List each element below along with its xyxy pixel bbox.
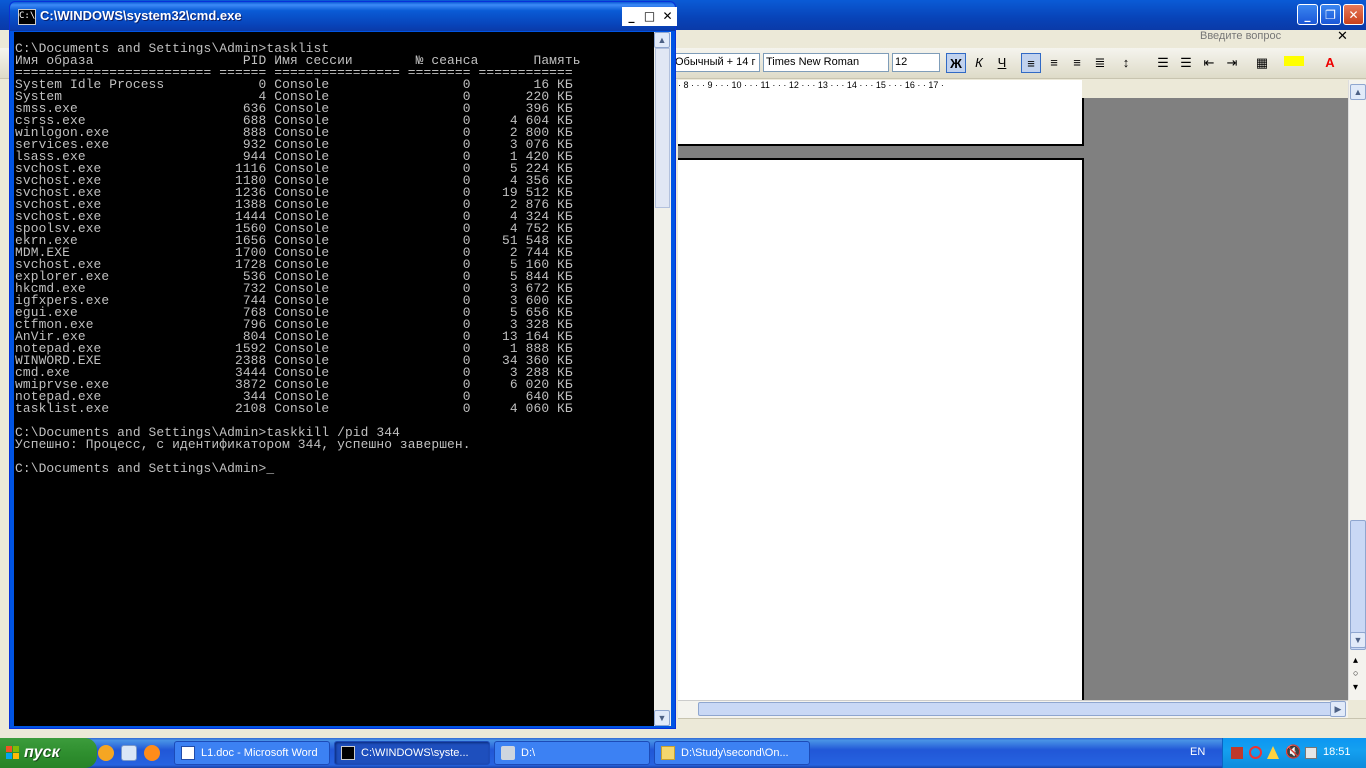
cmd-maximize-button[interactable]: □	[640, 7, 659, 26]
cmd-window: C:\ C:\WINDOWS\system32\cmd.exe _ □ ✕ C:…	[9, 1, 677, 729]
decrease-indent-icon[interactable]: ⇤	[1199, 53, 1219, 73]
show-desktop-icon[interactable]	[121, 745, 137, 761]
font-color-icon[interactable]: A	[1320, 53, 1340, 73]
horizontal-ruler: · 8 · · · 9 · · · 10 · · · 11 · · · 12 ·…	[678, 80, 1082, 99]
next-page-icon[interactable]: ▾	[1353, 682, 1358, 693]
windows-flag-icon	[6, 746, 19, 759]
console-output[interactable]: C:\Documents and Settings\Admin> tasklist…	[14, 32, 654, 726]
document-page[interactable]	[678, 158, 1084, 700]
word-scroll-thumb[interactable]	[1350, 520, 1366, 650]
cmd-title: C:\WINDOWS\system32\cmd.exe	[40, 8, 242, 23]
close-doc-icon[interactable]: ✕	[1337, 28, 1348, 44]
word-hscroll-thumb[interactable]	[698, 702, 1338, 716]
italic-button[interactable]: К	[969, 53, 989, 73]
align-left-icon[interactable]: ≡	[1021, 53, 1041, 73]
word-minimize-button[interactable]: _	[1297, 4, 1318, 25]
scroll-up-icon[interactable]: ▲	[1350, 84, 1366, 100]
font-size-select[interactable]: 12	[892, 53, 940, 72]
volume-muted-icon[interactable]: 🔇	[1285, 744, 1301, 760]
process-row: tasklist.exe 2108 Console 0 4 060 КБ	[15, 401, 573, 416]
task-drive-d[interactable]: D:\	[494, 741, 650, 765]
antivirus-icon[interactable]	[1249, 746, 1262, 759]
scroll-down-icon[interactable]: ▼	[1350, 632, 1366, 648]
language-indicator[interactable]: EN	[1190, 746, 1205, 758]
cmd-task-icon	[341, 746, 355, 760]
cmd-titlebar[interactable]: C:\ C:\WINDOWS\system32\cmd.exe _ □ ✕	[10, 2, 677, 31]
prev-page-icon[interactable]: ▴	[1353, 655, 1358, 666]
quicklaunch-app-icon[interactable]	[98, 745, 114, 761]
word-close-button[interactable]: ✕	[1343, 4, 1364, 25]
task-label: D:\	[521, 747, 536, 759]
scroll-right-icon[interactable]: ▶	[1330, 701, 1346, 717]
task-cmd[interactable]: C:\WINDOWS\syste...	[334, 741, 490, 765]
start-label: пуск	[24, 744, 60, 761]
task-label: L1.doc - Microsoft Word	[201, 747, 318, 759]
browse-object-icon[interactable]: ○	[1353, 668, 1358, 678]
prompt: C:\Documents and Settings\Admin>	[15, 461, 267, 476]
highlight-icon[interactable]	[1284, 56, 1304, 66]
cmd-minimize-button[interactable]: _	[622, 7, 641, 26]
taskkill-result: Успешно: Процесс, с идентификатором 344,…	[15, 437, 471, 452]
tray-app-icon[interactable]	[1231, 747, 1243, 759]
firefox-icon[interactable]	[144, 745, 160, 761]
task-word[interactable]: L1.doc - Microsoft Word	[174, 741, 330, 765]
align-center-icon[interactable]: ≡	[1044, 53, 1064, 73]
word-restore-button[interactable]: ❐	[1320, 4, 1341, 25]
underline-button[interactable]: Ч	[992, 53, 1012, 73]
cmd-scroll-thumb[interactable]	[655, 48, 670, 208]
align-right-icon[interactable]: ≡	[1067, 53, 1087, 73]
numbering-icon[interactable]: ☰	[1153, 53, 1173, 73]
line-spacing-icon[interactable]: ↕	[1116, 53, 1136, 73]
cmd-close-button[interactable]: ✕	[658, 7, 677, 26]
bold-button[interactable]: Ж	[946, 53, 966, 73]
justify-icon[interactable]: ≣	[1090, 53, 1110, 73]
cmd-scroll-down-icon[interactable]: ▼	[654, 710, 670, 726]
task-folder[interactable]: D:\Study\second\On...	[654, 741, 810, 765]
increase-indent-icon[interactable]: ⇥	[1222, 53, 1242, 73]
bullets-icon[interactable]: ☰	[1176, 53, 1196, 73]
drive-icon	[501, 746, 515, 760]
document-page-top	[678, 98, 1084, 146]
task-label: C:\WINDOWS\syste...	[361, 747, 469, 759]
ask-question-box[interactable]: Введите вопрос	[1200, 30, 1281, 42]
clock[interactable]: 18:51	[1323, 746, 1351, 758]
word-statusbar	[678, 718, 1366, 739]
start-button[interactable]: пуск	[0, 738, 97, 768]
cmd-vertical-scrollbar[interactable]: ▲ ▼	[654, 32, 671, 726]
network-icon[interactable]	[1305, 747, 1317, 759]
font-select[interactable]: Times New Roman	[763, 53, 889, 72]
style-select[interactable]: Обычный + 14 г	[672, 53, 760, 72]
cmd-scroll-up-icon[interactable]: ▲	[654, 32, 670, 48]
task-label: D:\Study\second\On...	[681, 747, 789, 759]
word-horizontal-scrollbar[interactable]: ▶	[678, 700, 1348, 718]
cmd-icon[interactable]: C:\	[18, 9, 36, 25]
folder-icon	[661, 746, 675, 760]
warning-icon[interactable]	[1267, 746, 1279, 759]
borders-icon[interactable]: ▦	[1252, 53, 1272, 73]
word-vertical-scrollbar[interactable]: ▲ ▼ ▴ ○ ▾	[1348, 80, 1366, 700]
word-doc-icon	[181, 746, 195, 760]
text-cursor: _	[266, 461, 275, 476]
taskbar: пуск L1.doc - Microsoft Word C:\WINDOWS\…	[0, 738, 1366, 768]
